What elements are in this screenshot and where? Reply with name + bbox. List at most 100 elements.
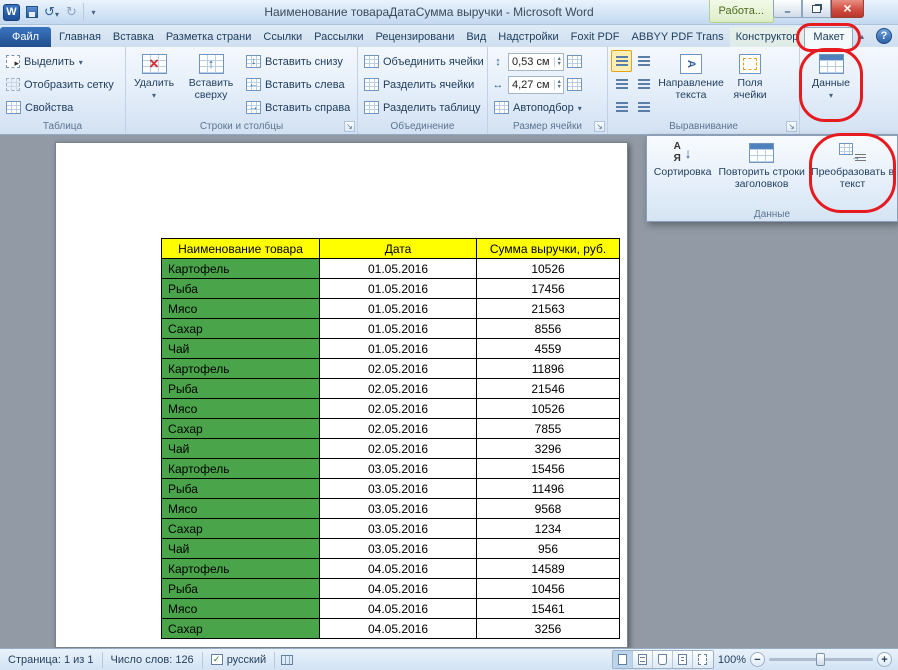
web-layout-view-button[interactable]	[653, 651, 673, 668]
fullscreen-reading-view-button[interactable]	[633, 651, 653, 668]
zoom-slider-thumb[interactable]	[816, 653, 825, 666]
tab-page-layout[interactable]: Разметка страни	[160, 27, 258, 47]
zoom-out-button[interactable]	[750, 652, 765, 667]
macro-record-icon[interactable]	[281, 655, 293, 665]
date-cell[interactable]: 01.05.2016	[320, 319, 477, 339]
date-cell[interactable]: 02.05.2016	[320, 439, 477, 459]
revenue-cell[interactable]: 956	[477, 539, 620, 559]
align-center-left-button[interactable]	[611, 73, 632, 95]
date-cell[interactable]: 02.05.2016	[320, 399, 477, 419]
product-cell[interactable]: Рыба	[162, 479, 320, 499]
minimize-button[interactable]	[773, 0, 802, 18]
merge-cells-button[interactable]: Объединить ячейки	[361, 50, 485, 73]
revenue-cell[interactable]: 4559	[477, 339, 620, 359]
insert-above-button[interactable]: Вставить сверху	[182, 50, 240, 120]
product-cell[interactable]: Рыба	[162, 279, 320, 299]
date-cell[interactable]: 04.05.2016	[320, 599, 477, 619]
insert-below-button[interactable]: Вставить снизу	[243, 50, 353, 73]
date-cell[interactable]: 01.05.2016	[320, 259, 477, 279]
revenue-cell[interactable]: 7855	[477, 419, 620, 439]
table-properties-button[interactable]: Свойства	[3, 96, 123, 119]
product-cell[interactable]: Мясо	[162, 499, 320, 519]
product-cell[interactable]: Мясо	[162, 599, 320, 619]
insert-right-button[interactable]: Вставить справа	[243, 96, 353, 119]
date-cell[interactable]: 04.05.2016	[320, 579, 477, 599]
revenue-cell[interactable]: 21563	[477, 299, 620, 319]
distribute-columns-icon[interactable]	[567, 78, 582, 91]
product-cell[interactable]: Чай	[162, 539, 320, 559]
date-cell[interactable]: 03.05.2016	[320, 539, 477, 559]
date-cell[interactable]: 02.05.2016	[320, 419, 477, 439]
revenue-cell[interactable]: 10526	[477, 399, 620, 419]
revenue-cell[interactable]: 3296	[477, 439, 620, 459]
product-cell[interactable]: Сахар	[162, 319, 320, 339]
tab-references[interactable]: Ссылки	[257, 27, 308, 47]
text-direction-button[interactable]: Направление текста	[658, 50, 724, 120]
minimize-ribbon-icon[interactable]	[855, 30, 869, 42]
page-indicator[interactable]: Страница: 1 из 1	[0, 652, 103, 668]
product-cell[interactable]: Сахар	[162, 619, 320, 639]
product-cell[interactable]: Картофель	[162, 459, 320, 479]
undo-dropdown-icon[interactable]	[55, 5, 59, 20]
tab-insert[interactable]: Вставка	[107, 27, 160, 47]
product-cell[interactable]: Чай	[162, 439, 320, 459]
customize-qat-button[interactable]	[83, 3, 100, 21]
align-top-center-button[interactable]	[633, 50, 654, 72]
word-count[interactable]: Число слов: 126	[103, 652, 203, 668]
row-height-spinner[interactable]: 0,53 см	[508, 53, 564, 71]
product-cell[interactable]: Сахар	[162, 519, 320, 539]
date-cell[interactable]: 03.05.2016	[320, 519, 477, 539]
sort-button[interactable]: Сортировка	[652, 139, 713, 205]
revenue-cell[interactable]: 15456	[477, 459, 620, 479]
header-cell-product[interactable]: Наименование товара	[162, 239, 320, 259]
spell-check-icon[interactable]	[211, 654, 223, 665]
delete-button[interactable]: Удалить	[129, 50, 179, 120]
product-cell[interactable]: Картофель	[162, 359, 320, 379]
revenue-cell[interactable]: 15461	[477, 599, 620, 619]
product-cell[interactable]: Картофель	[162, 259, 320, 279]
restore-button[interactable]	[802, 0, 831, 18]
zoom-level[interactable]: 100%	[718, 654, 746, 666]
redo-button[interactable]	[63, 3, 80, 21]
revenue-cell[interactable]: 9568	[477, 499, 620, 519]
revenue-cell[interactable]: 11896	[477, 359, 620, 379]
distribute-rows-icon[interactable]	[567, 55, 582, 68]
spinner-arrows-icon[interactable]	[554, 57, 562, 67]
spinner-arrows-icon[interactable]	[554, 80, 562, 90]
data-group-button[interactable]: Данные	[803, 50, 859, 120]
cell-margins-button[interactable]: Поля ячейки	[724, 50, 776, 120]
select-button[interactable]: Выделить	[3, 50, 123, 73]
language-indicator[interactable]: русский	[203, 652, 275, 668]
product-cell[interactable]: Рыба	[162, 579, 320, 599]
product-cell[interactable]: Мясо	[162, 399, 320, 419]
draft-view-button[interactable]	[693, 651, 713, 668]
tab-foxit-pdf[interactable]: Foxit PDF	[565, 27, 626, 47]
revenue-cell[interactable]: 17456	[477, 279, 620, 299]
tab-addins[interactable]: Надстройки	[492, 27, 564, 47]
date-cell[interactable]: 02.05.2016	[320, 359, 477, 379]
close-button[interactable]	[831, 0, 864, 18]
header-cell-date[interactable]: Дата	[320, 239, 477, 259]
date-cell[interactable]: 02.05.2016	[320, 379, 477, 399]
tab-review[interactable]: Рецензировани	[370, 27, 461, 47]
convert-to-text-button[interactable]: Преобразовать в текст	[810, 139, 895, 205]
view-gridlines-button[interactable]: Отобразить сетку	[3, 73, 123, 96]
date-cell[interactable]: 03.05.2016	[320, 479, 477, 499]
print-layout-view-button[interactable]	[613, 651, 633, 668]
tab-home[interactable]: Главная	[53, 27, 107, 47]
save-button[interactable]	[23, 3, 40, 21]
product-cell[interactable]: Мясо	[162, 299, 320, 319]
tab-file[interactable]: Файл	[0, 27, 51, 47]
revenue-cell[interactable]: 10456	[477, 579, 620, 599]
date-cell[interactable]: 04.05.2016	[320, 559, 477, 579]
tab-layout[interactable]: Макет	[804, 27, 853, 47]
insert-left-button[interactable]: Вставить слева	[243, 73, 353, 96]
date-cell[interactable]: 03.05.2016	[320, 459, 477, 479]
tab-mailings[interactable]: Рассылки	[308, 27, 369, 47]
document-table[interactable]: Наименование товара Дата Сумма выручки, …	[161, 238, 620, 639]
tab-design[interactable]: Конструктор	[730, 27, 805, 47]
tab-abbyy-pdf[interactable]: ABBYY PDF Trans	[626, 27, 730, 47]
product-cell[interactable]: Картофель	[162, 559, 320, 579]
autofit-button[interactable]: Автоподбор	[491, 96, 605, 119]
help-icon[interactable]	[876, 28, 892, 44]
